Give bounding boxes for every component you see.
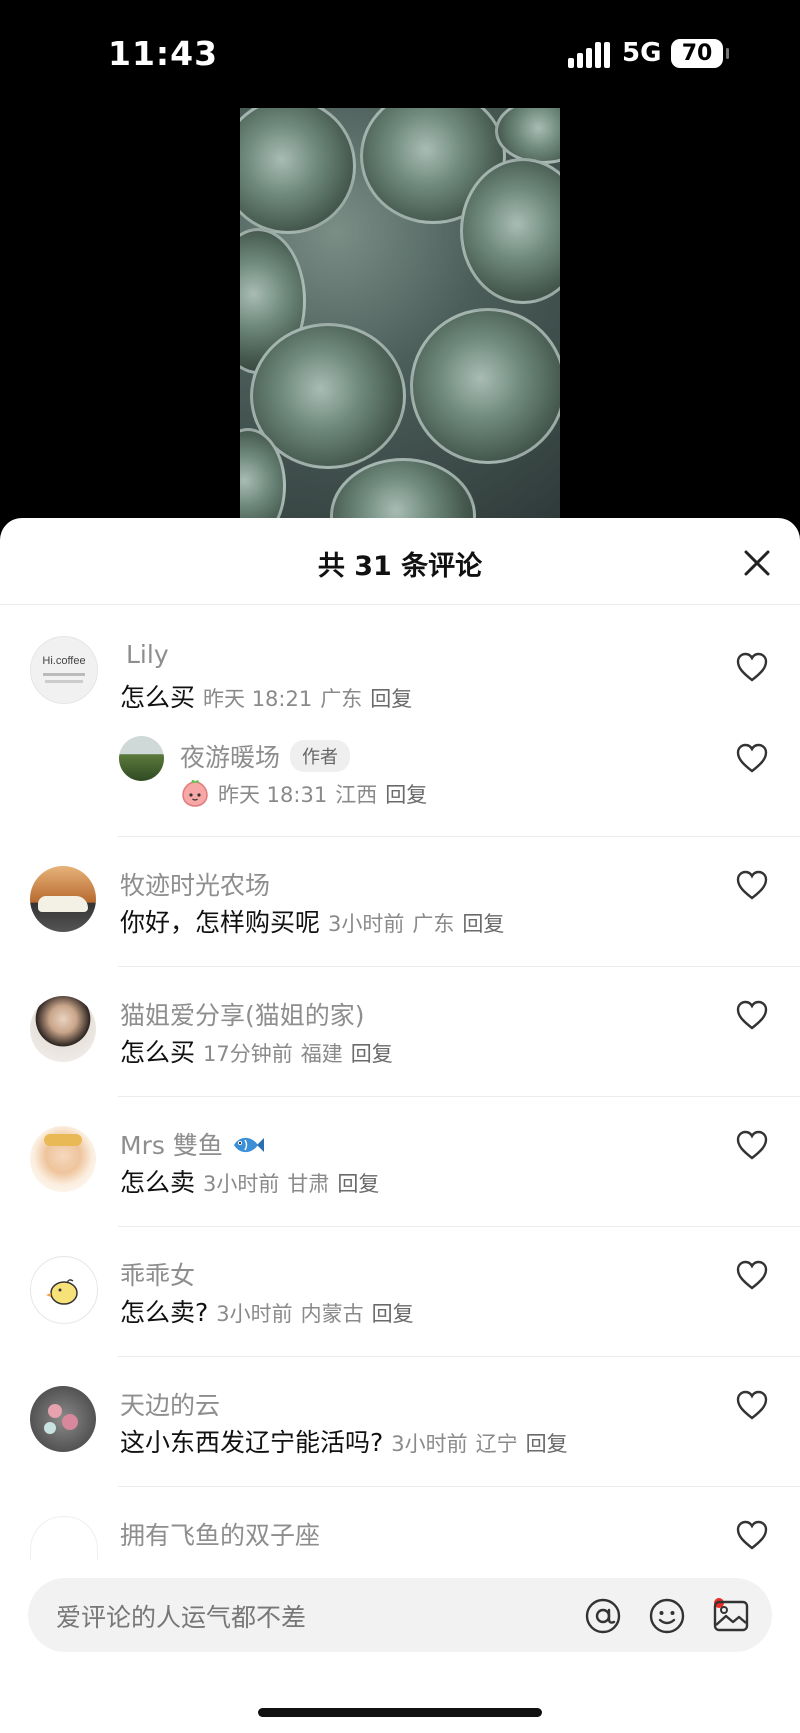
comment-username[interactable]: 牧迹时光农场 [120,866,270,902]
close-icon[interactable] [742,548,772,578]
reply-button[interactable]: 回复 [337,1172,379,1196]
reply-button[interactable]: 回复 [385,783,427,807]
comment-header: 夜游暖场 作者 [180,738,351,774]
comment-input[interactable]: 爱评论的人运气都不差 [28,1578,772,1652]
avatar[interactable] [30,866,96,932]
battery-level: 70 [681,41,713,66]
comment-username[interactable]: 夜游暖场 [180,743,280,772]
comment-time: 昨天 18:21 [203,687,313,711]
comment-body: 昨天 18:31 江西 回复 [180,778,427,809]
comment-input-placeholder: 爱评论的人运气都不差 [56,1603,307,1632]
comment-divider [118,1486,800,1487]
comment-time: 3小时前 [328,912,405,936]
like-heart-icon[interactable] [735,869,769,901]
reply-button[interactable]: 回复 [462,912,504,936]
status-bar: 11:43 5G 70 [0,0,800,110]
comment-body: 怎么买 昨天 18:21 广东 回复 [120,678,412,714]
reply-button[interactable]: 回复 [526,1432,568,1456]
comment-location: 福建 [300,1042,343,1066]
reply-button[interactable]: 回复 [370,687,412,711]
comment-divider [118,1356,800,1357]
battery-icon: 70 [671,39,729,68]
comment-location: 辽宁 [475,1432,518,1456]
comment-body: 你好，怎样购买呢 3小时前 广东 回复 [120,903,504,939]
comment-divider [118,836,800,837]
comment-text: 怎么买 [120,683,196,712]
avatar[interactable] [30,996,96,1062]
comment-time: 3小时前 [216,1302,293,1326]
comment-header: Mrs 雙鱼 [120,1126,265,1162]
avatar[interactable]: Hi.coffee [30,636,98,704]
comment-divider [118,966,800,967]
reply-button[interactable]: 回复 [372,1302,414,1326]
reply-button[interactable]: 回复 [351,1042,393,1066]
comment-text: 这小东西发辽宁能活吗? [120,1428,384,1457]
comment-body: 这小东西发辽宁能活吗? 3小时前 辽宁 回复 [120,1423,568,1459]
like-heart-icon[interactable] [735,1389,769,1421]
status-time: 11:43 [108,34,219,73]
like-heart-icon[interactable] [735,1519,769,1551]
comment-username[interactable]: Lily [126,640,169,669]
chick-icon [46,1279,78,1305]
comment-username[interactable]: 乖乖女 [120,1256,195,1292]
network-label: 5G [622,38,662,68]
signal-icon [568,42,610,68]
author-badge: 作者 [290,740,351,772]
avatar-logo-text: Hi.coffee [42,655,86,667]
comment-location: 广东 [412,912,455,936]
like-heart-icon[interactable] [735,999,769,1031]
image-icon[interactable] [712,1597,750,1635]
video-preview[interactable] [240,108,560,520]
comments-count-title: 共 31 条评论 [317,551,483,582]
comment-time: 3小时前 [203,1172,280,1196]
emoji-icon[interactable] [648,1597,686,1635]
comment-text: 怎么卖? [120,1298,209,1327]
avatar[interactable] [30,1256,98,1324]
comment-username[interactable]: 天边的云 [120,1386,220,1422]
fish-emoji-icon [231,1132,265,1158]
comment-time: 17分钟前 [203,1042,293,1066]
comment-username[interactable]: 猫姐爱分享(猫姐的家) [120,996,365,1032]
like-heart-icon[interactable] [735,1259,769,1291]
header-divider [0,604,800,605]
comment-username[interactable]: Mrs 雙鱼 [120,1131,223,1160]
comment-body: 怎么买 17分钟前 福建 回复 [120,1033,393,1069]
like-heart-icon[interactable] [735,651,769,683]
comment-body: 怎么卖? 3小时前 内蒙古 回复 [120,1293,414,1329]
comment-location: 甘肃 [287,1172,330,1196]
avatar[interactable] [30,1516,98,1561]
comment-time: 昨天 18:31 [218,783,328,807]
avatar[interactable] [30,1386,96,1452]
like-heart-icon[interactable] [735,742,769,774]
home-indicator[interactable] [258,1708,542,1717]
like-heart-icon[interactable] [735,1129,769,1161]
comment-location: 广东 [320,687,363,711]
at-mention-icon[interactable] [584,1597,622,1635]
avatar[interactable] [119,736,164,781]
comment-text: 怎么买 [120,1038,196,1067]
comment-username[interactable]: 拥有飞鱼的双子座 [120,1516,320,1552]
comment-time: 3小时前 [391,1432,468,1456]
peach-emoji-icon [180,778,210,808]
comments-sheet: 共 31 条评论 Hi.coffee Lily 怎么买 昨天 18:21 广东 回复 … [0,518,800,1733]
comment-divider [118,1226,800,1227]
comment-body: 怎么卖 3小时前 甘肃 回复 [120,1163,379,1199]
avatar[interactable] [30,1126,96,1192]
comment-text: 怎么卖 [120,1168,196,1197]
comment-divider [118,1096,800,1097]
comment-location: 内蒙古 [300,1302,364,1326]
comment-text: 你好，怎样购买呢 [120,908,321,937]
comment-input-bar: 爱评论的人运气都不差 [0,1560,800,1733]
comment-location: 江西 [335,783,378,807]
